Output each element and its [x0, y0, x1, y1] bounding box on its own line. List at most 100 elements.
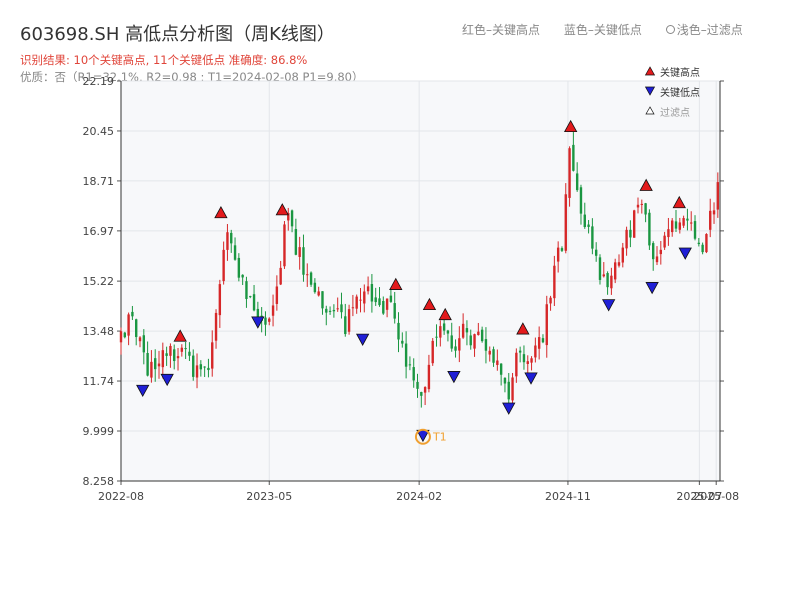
- candle-body: [146, 353, 149, 376]
- candle-body: [659, 249, 663, 255]
- candle-body: [389, 295, 393, 302]
- candle-body: [465, 328, 469, 333]
- candle-body: [138, 337, 142, 342]
- candle-body: [336, 308, 339, 310]
- candle-body: [435, 336, 438, 338]
- candle-body: [480, 329, 484, 342]
- legend-high-label: 关键高点: [660, 66, 700, 79]
- candle-body: [271, 305, 275, 316]
- candle-body: [150, 361, 153, 378]
- y-tick-label: 22.19: [83, 75, 115, 88]
- candle-body: [332, 309, 336, 312]
- candle-body: [591, 226, 594, 249]
- candle-body: [579, 187, 583, 214]
- candle-body: [610, 275, 613, 289]
- candle-body: [207, 367, 210, 371]
- candle-body: [511, 377, 514, 401]
- candle-body: [705, 234, 708, 253]
- candle-body: [184, 348, 187, 350]
- candle-body: [176, 356, 180, 359]
- candle-body: [382, 300, 385, 314]
- candle-body: [401, 340, 404, 344]
- candle-body: [499, 363, 503, 375]
- y-tick-label: 8.258: [83, 475, 115, 488]
- candle-body: [157, 363, 161, 367]
- candle-body: [716, 182, 720, 210]
- candle-body: [439, 326, 442, 338]
- candle-body: [644, 203, 647, 215]
- candlestick-chart: 8.258 9.999 11.74 13.48 15.22 16.97 18.71 20.45…: [83, 66, 740, 503]
- candle-body: [469, 335, 472, 346]
- candle-body: [526, 361, 529, 364]
- candle-body: [135, 319, 138, 338]
- candle-body: [363, 291, 366, 304]
- candle-body: [556, 247, 560, 262]
- candle-body: [306, 274, 309, 276]
- candle-body: [309, 272, 313, 285]
- candle-body: [446, 330, 450, 334]
- candle-body: [503, 377, 507, 384]
- candle-body: [408, 364, 412, 366]
- candle-body: [636, 204, 640, 208]
- candle-body: [385, 298, 389, 310]
- candle-body: [249, 296, 252, 298]
- candle-body: [192, 355, 195, 377]
- candle-body: [264, 317, 267, 325]
- t1-label: T1: [432, 431, 447, 444]
- candle-body: [302, 247, 305, 275]
- candle-body: [298, 247, 301, 257]
- candle-body: [233, 245, 237, 260]
- candle-body: [427, 364, 431, 390]
- candle-body: [199, 364, 203, 370]
- candle-body: [522, 354, 526, 363]
- candle-body: [268, 318, 271, 322]
- candle-body: [515, 352, 518, 377]
- candle-body: [496, 360, 499, 365]
- candle-body: [545, 304, 548, 346]
- candle-body: [279, 267, 282, 285]
- candle-body: [218, 284, 222, 316]
- candle-body: [701, 244, 704, 253]
- y-tick-label: 20.45: [83, 125, 115, 138]
- candle-body: [606, 273, 609, 288]
- candle-body: [241, 274, 244, 278]
- candle-body: [123, 332, 127, 338]
- candle-body: [423, 387, 427, 393]
- candle-body: [507, 381, 510, 400]
- candle-body: [671, 220, 674, 233]
- candle-body: [549, 297, 552, 304]
- candle-body: [374, 297, 377, 303]
- candle-body: [697, 242, 701, 245]
- candle-body: [359, 299, 362, 301]
- candle-body: [553, 265, 556, 299]
- y-tick-label: 13.48: [83, 325, 115, 338]
- candle-body: [613, 262, 617, 280]
- candle-body: [450, 335, 453, 349]
- candle-body: [325, 308, 328, 313]
- candle-body: [328, 310, 332, 312]
- candle-body: [245, 281, 248, 299]
- candle-body: [351, 307, 355, 309]
- y-tick-label: 16.97: [83, 225, 115, 238]
- candle-body: [431, 340, 434, 364]
- candle-body: [393, 303, 396, 319]
- candle-body: [488, 350, 491, 355]
- candle-body: [617, 262, 621, 266]
- candle-body: [161, 350, 165, 368]
- candle-body: [674, 221, 678, 229]
- legend-filtered-label: 过滤点: [660, 106, 690, 119]
- candle-body: [290, 210, 294, 227]
- candle-body: [709, 210, 712, 230]
- candle-body: [518, 350, 522, 353]
- candle-body: [461, 323, 465, 338]
- candle-body: [575, 173, 579, 191]
- candle-body: [712, 210, 716, 215]
- candle-body: [473, 334, 476, 349]
- candle-body: [366, 286, 370, 292]
- candle-body: [344, 316, 347, 335]
- candle-body: [317, 291, 320, 296]
- candle-body: [583, 214, 586, 228]
- x-tick-label: 2024-02: [396, 490, 442, 503]
- candle-body: [625, 229, 628, 249]
- candle-body: [355, 296, 358, 309]
